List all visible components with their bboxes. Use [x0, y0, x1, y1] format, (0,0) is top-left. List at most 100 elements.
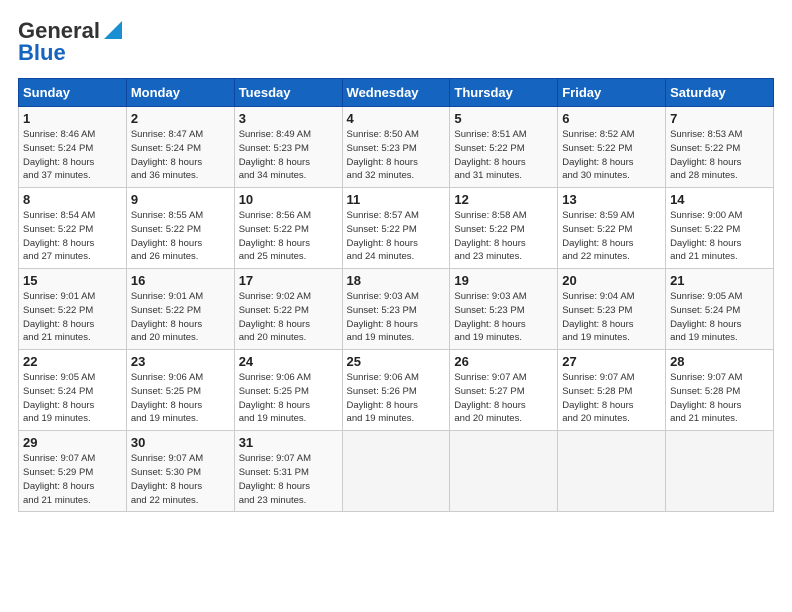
day-number: 7 — [670, 111, 769, 126]
calendar-cell: 21Sunrise: 9:05 AMSunset: 5:24 PMDayligh… — [666, 269, 774, 350]
day-number: 25 — [347, 354, 446, 369]
day-info: Sunrise: 9:03 AMSunset: 5:23 PMDaylight:… — [454, 290, 553, 345]
day-info: Sunrise: 9:01 AMSunset: 5:22 PMDaylight:… — [23, 290, 122, 345]
day-info: Sunrise: 8:49 AMSunset: 5:23 PMDaylight:… — [239, 128, 338, 183]
day-number: 11 — [347, 192, 446, 207]
day-info: Sunrise: 9:07 AMSunset: 5:30 PMDaylight:… — [131, 452, 230, 507]
page: General Blue SundayMondayTuesdayWednesda… — [0, 0, 792, 522]
day-info: Sunrise: 8:59 AMSunset: 5:22 PMDaylight:… — [562, 209, 661, 264]
header: General Blue — [18, 18, 774, 66]
day-info: Sunrise: 9:05 AMSunset: 5:24 PMDaylight:… — [23, 371, 122, 426]
calendar-cell: 13Sunrise: 8:59 AMSunset: 5:22 PMDayligh… — [558, 188, 666, 269]
calendar-cell: 19 Sunrise: 9:03 AMSunset: 5:23 PMDayligh… — [450, 269, 558, 350]
calendar-cell: 25 Sunrise: 9:06 AMSunset: 5:26 PMDayligh… — [342, 350, 450, 431]
day-info: Sunrise: 8:58 AMSunset: 5:22 PMDaylight:… — [454, 209, 553, 264]
day-info: Sunrise: 8:53 AMSunset: 5:22 PMDaylight:… — [670, 128, 769, 183]
col-header-wednesday: Wednesday — [342, 79, 450, 107]
day-info: Sunrise: 9:01 AMSunset: 5:22 PMDaylight:… — [131, 290, 230, 345]
col-header-tuesday: Tuesday — [234, 79, 342, 107]
day-number: 1 — [23, 111, 122, 126]
calendar-cell: 3 Sunrise: 8:49 AMSunset: 5:23 PMDaylight… — [234, 107, 342, 188]
calendar-cell: 26 Sunrise: 9:07 AMSunset: 5:27 PMDayligh… — [450, 350, 558, 431]
calendar-cell: 20 Sunrise: 9:04 AMSunset: 5:23 PMDayligh… — [558, 269, 666, 350]
col-header-sunday: Sunday — [19, 79, 127, 107]
day-info: Sunrise: 8:56 AMSunset: 5:22 PMDaylight:… — [239, 209, 338, 264]
logo-arrow-icon — [102, 19, 124, 41]
day-number: 28 — [670, 354, 769, 369]
day-info: Sunrise: 8:46 AMSunset: 5:24 PMDaylight:… — [23, 128, 122, 183]
day-info: Sunrise: 9:06 AMSunset: 5:26 PMDaylight:… — [347, 371, 446, 426]
week-row-5: 29 Sunrise: 9:07 AMSunset: 5:29 PMDayligh… — [19, 431, 774, 512]
calendar-cell: 22 Sunrise: 9:05 AMSunset: 5:24 PMDayligh… — [19, 350, 127, 431]
day-info: Sunrise: 9:07 AMSunset: 5:28 PMDaylight:… — [670, 371, 769, 426]
calendar-cell: 31 Sunrise: 9:07 AMSunset: 5:31 PMDayligh… — [234, 431, 342, 512]
day-info: Sunrise: 9:07 AMSunset: 5:27 PMDaylight:… — [454, 371, 553, 426]
calendar-table: SundayMondayTuesdayWednesdayThursdayFrid… — [18, 78, 774, 512]
day-info: Sunrise: 9:03 AMSunset: 5:23 PMDaylight:… — [347, 290, 446, 345]
day-info: Sunrise: 8:51 AMSunset: 5:22 PMDaylight:… — [454, 128, 553, 183]
calendar-cell: 28 Sunrise: 9:07 AMSunset: 5:28 PMDayligh… — [666, 350, 774, 431]
calendar-cell — [342, 431, 450, 512]
day-number: 8 — [23, 192, 122, 207]
day-number: 29 — [23, 435, 122, 450]
week-row-3: 15 Sunrise: 9:01 AMSunset: 5:22 PMDayligh… — [19, 269, 774, 350]
day-number: 20 — [562, 273, 661, 288]
day-info: Sunrise: 9:04 AMSunset: 5:23 PMDaylight:… — [562, 290, 661, 345]
day-info: Sunrise: 8:54 AMSunset: 5:22 PMDaylight:… — [23, 209, 122, 264]
col-header-friday: Friday — [558, 79, 666, 107]
day-number: 15 — [23, 273, 122, 288]
day-number: 6 — [562, 111, 661, 126]
logo: General Blue — [18, 18, 124, 66]
week-row-2: 8 Sunrise: 8:54 AMSunset: 5:22 PMDaylight… — [19, 188, 774, 269]
day-number: 5 — [454, 111, 553, 126]
week-row-4: 22 Sunrise: 9:05 AMSunset: 5:24 PMDayligh… — [19, 350, 774, 431]
calendar-cell: 6 Sunrise: 8:52 AMSunset: 5:22 PMDaylight… — [558, 107, 666, 188]
calendar-cell: 11 Sunrise: 8:57 AMSunset: 5:22 PMDayligh… — [342, 188, 450, 269]
day-number: 18 — [347, 273, 446, 288]
day-info: Sunrise: 9:07 AMSunset: 5:29 PMDaylight:… — [23, 452, 122, 507]
day-number: 30 — [131, 435, 230, 450]
day-info: Sunrise: 8:50 AMSunset: 5:23 PMDaylight:… — [347, 128, 446, 183]
calendar-cell: 12 Sunrise: 8:58 AMSunset: 5:22 PMDayligh… — [450, 188, 558, 269]
col-header-thursday: Thursday — [450, 79, 558, 107]
day-number: 31 — [239, 435, 338, 450]
day-info: Sunrise: 8:57 AMSunset: 5:22 PMDaylight:… — [347, 209, 446, 264]
day-number: 22 — [23, 354, 122, 369]
calendar-cell: 29 Sunrise: 9:07 AMSunset: 5:29 PMDayligh… — [19, 431, 127, 512]
day-number: 19 — [454, 273, 553, 288]
header-row: SundayMondayTuesdayWednesdayThursdayFrid… — [19, 79, 774, 107]
day-number: 2 — [131, 111, 230, 126]
calendar-cell: 30 Sunrise: 9:07 AMSunset: 5:30 PMDayligh… — [126, 431, 234, 512]
day-number: 17 — [239, 273, 338, 288]
day-number: 21 — [670, 273, 769, 288]
calendar-cell: 8 Sunrise: 8:54 AMSunset: 5:22 PMDaylight… — [19, 188, 127, 269]
week-row-1: 1 Sunrise: 8:46 AMSunset: 5:24 PMDaylight… — [19, 107, 774, 188]
day-number: 16 — [131, 273, 230, 288]
day-info: Sunrise: 8:52 AMSunset: 5:22 PMDaylight:… — [562, 128, 661, 183]
day-info: Sunrise: 9:00 AMSunset: 5:22 PMDaylight:… — [670, 209, 769, 264]
calendar-cell: 10Sunrise: 8:56 AMSunset: 5:22 PMDayligh… — [234, 188, 342, 269]
day-info: Sunrise: 8:47 AMSunset: 5:24 PMDaylight:… — [131, 128, 230, 183]
calendar-cell: 4Sunrise: 8:50 AMSunset: 5:23 PMDaylight… — [342, 107, 450, 188]
calendar-cell — [558, 431, 666, 512]
calendar-cell: 18 Sunrise: 9:03 AMSunset: 5:23 PMDayligh… — [342, 269, 450, 350]
day-info: Sunrise: 9:07 AMSunset: 5:28 PMDaylight:… — [562, 371, 661, 426]
calendar-cell: 23 Sunrise: 9:06 AMSunset: 5:25 PMDayligh… — [126, 350, 234, 431]
calendar-cell: 7 Sunrise: 8:53 AMSunset: 5:22 PMDaylight… — [666, 107, 774, 188]
calendar-cell: 16 Sunrise: 9:01 AMSunset: 5:22 PMDayligh… — [126, 269, 234, 350]
calendar-cell: 14 Sunrise: 9:00 AMSunset: 5:22 PMDayligh… — [666, 188, 774, 269]
day-info: Sunrise: 9:06 AMSunset: 5:25 PMDaylight:… — [131, 371, 230, 426]
day-number: 23 — [131, 354, 230, 369]
day-number: 27 — [562, 354, 661, 369]
logo-blue: Blue — [18, 40, 66, 66]
col-header-monday: Monday — [126, 79, 234, 107]
day-info: Sunrise: 9:02 AMSunset: 5:22 PMDaylight:… — [239, 290, 338, 345]
calendar-cell — [666, 431, 774, 512]
day-number: 12 — [454, 192, 553, 207]
day-number: 3 — [239, 111, 338, 126]
day-number: 26 — [454, 354, 553, 369]
day-number: 24 — [239, 354, 338, 369]
day-number: 14 — [670, 192, 769, 207]
day-info: Sunrise: 9:06 AMSunset: 5:25 PMDaylight:… — [239, 371, 338, 426]
day-info: Sunrise: 9:07 AMSunset: 5:31 PMDaylight:… — [239, 452, 338, 507]
